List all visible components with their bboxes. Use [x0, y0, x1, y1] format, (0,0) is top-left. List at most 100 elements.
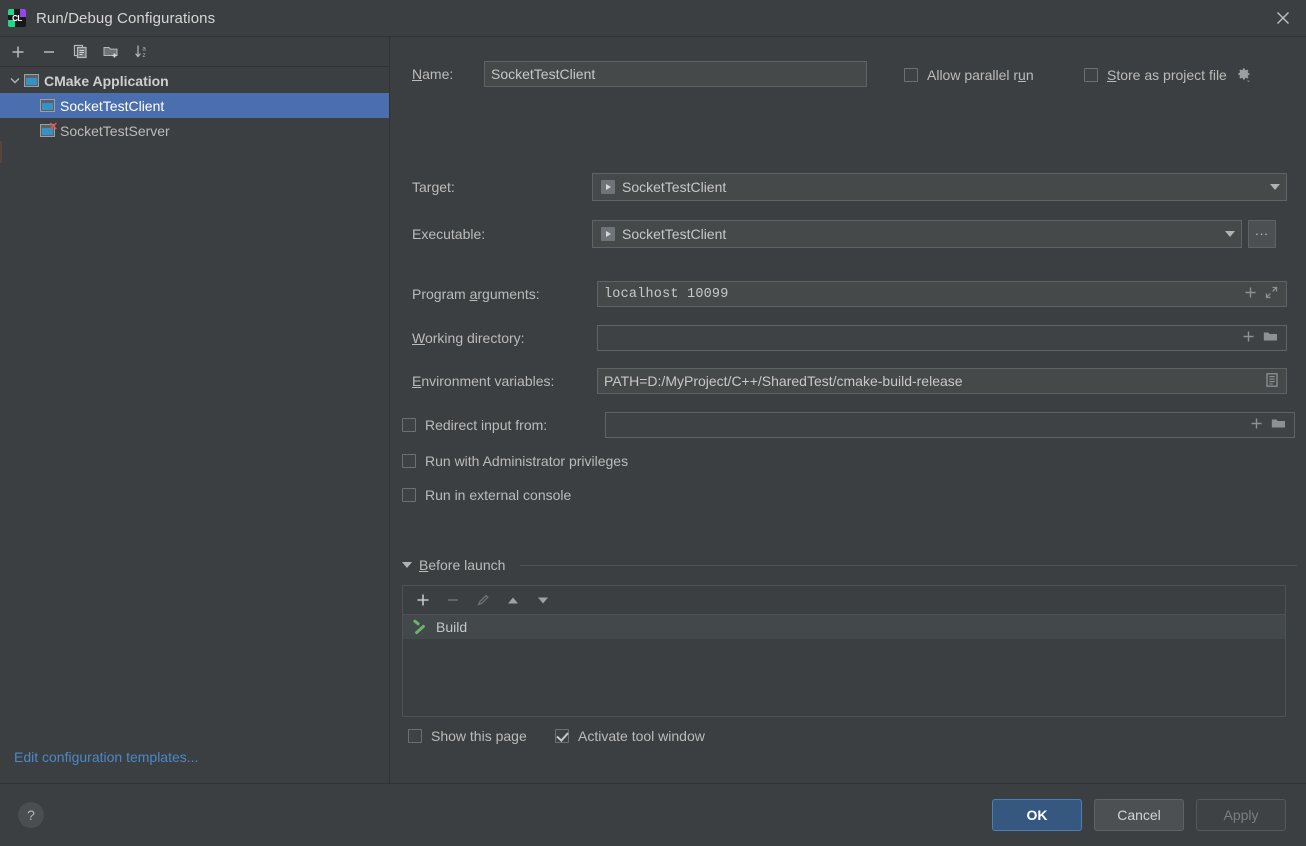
chevron-down-icon[interactable]	[1225, 231, 1235, 237]
before-launch-task-row[interactable]: Build	[403, 615, 1285, 639]
run-target-icon	[601, 180, 615, 194]
target-dropdown[interactable]: SocketTestClient	[592, 173, 1287, 201]
svg-text:a: a	[143, 46, 147, 52]
redirect-input-checkbox[interactable]	[402, 418, 416, 432]
remove-configuration-button[interactable]	[39, 42, 59, 62]
configurations-tree: CMake Application SocketTestClient ✕ Soc…	[0, 67, 389, 749]
copy-configuration-button[interactable]	[70, 42, 90, 62]
executable-row: Executable: SocketTestClient ...	[412, 220, 1306, 248]
working-directory-input[interactable]	[597, 325, 1287, 351]
tree-group-label: CMake Application	[44, 72, 169, 89]
show-this-page-label: Show this page	[431, 728, 527, 744]
activate-tool-window-row[interactable]: Activate tool window	[555, 728, 705, 744]
window-title: Run/Debug Configurations	[36, 9, 216, 27]
insert-macro-icon[interactable]	[1244, 286, 1257, 302]
svg-text:z: z	[143, 53, 146, 59]
sidebar-item-label: SocketTestServer	[60, 122, 170, 139]
environment-variables-value: PATH=D:/MyProject/C++/SharedTest/cmake-b…	[604, 373, 963, 389]
insert-macro-icon[interactable]	[1242, 330, 1255, 346]
gear-dropdown-icon[interactable]	[1236, 67, 1252, 83]
close-icon[interactable]	[1260, 0, 1306, 36]
program-arguments-label: Program arguments:	[412, 286, 540, 302]
store-as-project-file-row[interactable]: Store as project file	[1084, 67, 1252, 83]
add-task-button[interactable]	[415, 592, 431, 608]
before-launch-toolbar	[403, 586, 1285, 615]
allow-parallel-run-checkbox[interactable]	[904, 68, 918, 82]
ok-button[interactable]: OK	[992, 799, 1082, 831]
sidebar-item-label: SocketTestClient	[60, 97, 165, 114]
configurations-footer: Edit configuration templates...	[0, 749, 389, 783]
before-launch-title: Before launch	[419, 557, 506, 573]
pencil-icon	[475, 592, 491, 608]
sidebar-item-sockettestclient[interactable]: SocketTestClient	[0, 93, 389, 118]
redirect-input-label: Redirect input from:	[425, 417, 548, 433]
run-as-administrator-row[interactable]: Run with Administrator privileges	[402, 453, 628, 469]
error-badge-icon: ✕	[48, 120, 58, 133]
build-hammer-icon	[412, 618, 428, 635]
program-arguments-row: Program arguments: localhost 10099	[412, 281, 1306, 307]
redirect-input-field[interactable]	[605, 412, 1295, 438]
clion-logo-icon: CL	[8, 9, 26, 27]
target-label: Target:	[412, 179, 455, 195]
executable-browse-button[interactable]: ...	[1248, 220, 1276, 248]
chevron-down-icon[interactable]	[1270, 184, 1280, 190]
working-directory-row: Working directory:	[412, 325, 1306, 351]
dialog-footer: ? OK Cancel Apply	[0, 783, 1306, 846]
move-task-down-button[interactable]	[535, 592, 551, 608]
edit-environment-variables-icon[interactable]	[1266, 372, 1278, 390]
working-directory-label: Working directory:	[412, 330, 525, 346]
target-value: SocketTestClient	[622, 179, 727, 195]
name-input-value: SocketTestClient	[491, 66, 596, 82]
dialog-body: a z CMake Application SocketTestClient ✕…	[0, 36, 1306, 783]
dialog-buttons: OK Cancel Apply	[992, 799, 1286, 831]
run-target-icon	[601, 227, 615, 241]
chevron-down-icon[interactable]	[8, 74, 22, 88]
insert-macro-icon[interactable]	[1250, 417, 1263, 433]
run-external-console-label: Run in external console	[425, 487, 572, 503]
environment-variables-input[interactable]: PATH=D:/MyProject/C++/SharedTest/cmake-b…	[597, 368, 1287, 394]
run-external-console-checkbox[interactable]	[402, 488, 416, 502]
sidebar-item-sockettestserver[interactable]: ✕ SocketTestServer	[0, 118, 389, 143]
browse-folder-icon[interactable]	[1271, 417, 1286, 433]
name-input[interactable]: SocketTestClient	[484, 61, 867, 87]
apply-button: Apply	[1196, 799, 1286, 831]
activate-tool-window-label: Activate tool window	[578, 728, 705, 744]
redirect-input-row: Redirect input from:	[402, 412, 1297, 438]
browse-folder-icon[interactable]	[1263, 330, 1278, 346]
help-icon[interactable]: ?	[18, 802, 44, 828]
cancel-button[interactable]: Cancel	[1094, 799, 1184, 831]
configurations-panel: a z CMake Application SocketTestClient ✕…	[0, 36, 390, 783]
executable-value: SocketTestClient	[622, 226, 727, 242]
add-configuration-button[interactable]	[8, 42, 28, 62]
environment-variables-label: Environment variables:	[412, 373, 555, 389]
allow-parallel-run-checkbox-row[interactable]: Allow parallel run	[904, 67, 1034, 83]
cmake-application-icon	[24, 73, 40, 88]
configurations-toolbar: a z	[0, 37, 389, 67]
before-launch-panel: Build	[402, 585, 1286, 717]
show-this-page-row[interactable]: Show this page	[408, 728, 527, 744]
store-as-project-file-checkbox[interactable]	[1084, 68, 1098, 82]
program-arguments-value: localhost 10099	[604, 286, 729, 302]
edit-configuration-templates-link[interactable]: Edit configuration templates...	[14, 749, 198, 765]
store-as-project-file-label: Store as project file	[1107, 67, 1227, 83]
run-configuration-error-icon: ✕	[40, 120, 58, 138]
program-arguments-input[interactable]: localhost 10099	[597, 281, 1287, 307]
target-row: Target: SocketTestClient	[412, 173, 1306, 201]
tree-group-cmake-application[interactable]: CMake Application	[0, 68, 389, 93]
move-task-up-button[interactable]	[505, 592, 521, 608]
triangle-down-icon[interactable]	[402, 562, 412, 568]
remove-task-button	[445, 592, 461, 608]
executable-dropdown[interactable]: SocketTestClient	[592, 220, 1242, 248]
activate-tool-window-checkbox[interactable]	[555, 729, 569, 743]
run-as-administrator-label: Run with Administrator privileges	[425, 453, 629, 469]
before-launch-task-label: Build	[436, 619, 468, 635]
before-launch-header[interactable]: Before launch	[402, 557, 1297, 573]
title-bar: CL Run/Debug Configurations	[0, 0, 1306, 36]
expand-editor-icon[interactable]	[1265, 286, 1278, 302]
before-launch-separator	[520, 564, 1297, 566]
sort-configurations-button[interactable]: a z	[132, 42, 152, 62]
new-folder-button[interactable]	[101, 42, 121, 62]
run-external-console-row[interactable]: Run in external console	[402, 487, 571, 503]
show-this-page-checkbox[interactable]	[408, 729, 422, 743]
run-as-administrator-checkbox[interactable]	[402, 454, 416, 468]
